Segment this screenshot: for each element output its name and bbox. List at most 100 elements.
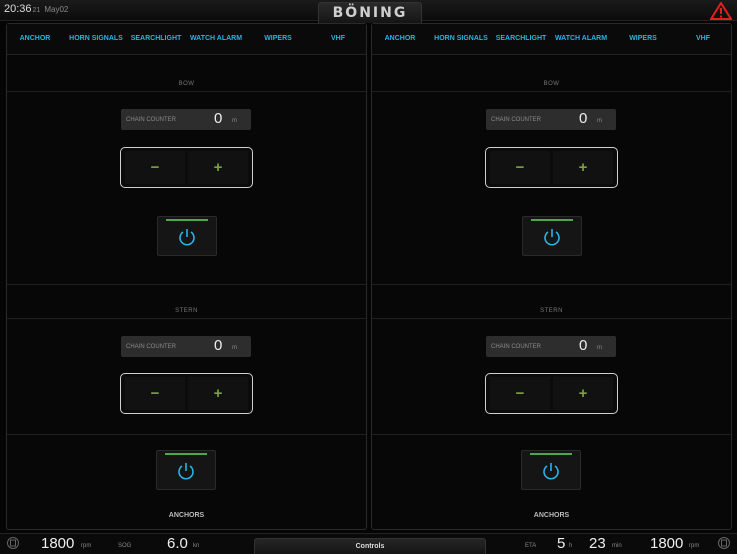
chain-counter-label: CHAIN COUNTER [491, 117, 542, 123]
clock-date: May02 [44, 5, 69, 14]
chain-counter-unit: m [597, 345, 602, 351]
tab-5[interactable]: VHF [313, 24, 363, 54]
tab-3[interactable]: WATCH ALARM [189, 24, 243, 54]
eta-label: ETA [525, 543, 537, 549]
power-indicator [166, 219, 208, 221]
divider [7, 318, 366, 319]
divider [7, 91, 366, 92]
power-indicator [531, 219, 573, 221]
power-icon [179, 229, 195, 246]
bow-chain-out-button[interactable]: − [490, 151, 550, 184]
stern-power-button[interactable] [156, 450, 216, 490]
clock-seconds: 21 [32, 7, 41, 14]
divider [372, 434, 731, 435]
tab-1[interactable]: HORN SIGNALS [434, 24, 488, 54]
stern-chain-counter: CHAIN COUNTER 0 m [121, 336, 251, 357]
tab-label: WIPERS [264, 35, 292, 42]
bow-chain-counter: CHAIN COUNTER 0 m [121, 109, 251, 130]
stern-chain-stepper: − + [120, 373, 253, 414]
clock-time: 20:36 [4, 3, 32, 15]
brand-logo: BÖNING [318, 2, 422, 23]
tab-label: HORN SIGNALS [69, 35, 123, 42]
sog-unit: kn [193, 543, 200, 549]
bow-chain-stepper: − + [485, 147, 618, 188]
stern-chain-stepper: − + [485, 373, 618, 414]
tab-label: VHF [331, 35, 345, 42]
stern-chain-in-button[interactable]: + [553, 377, 613, 410]
divider [372, 91, 731, 92]
engine-icon [718, 537, 730, 549]
tab-label: VHF [696, 35, 710, 42]
tab-2[interactable]: SEARCHLIGHT [492, 24, 550, 54]
chain-counter-value: 0 [579, 337, 588, 354]
chain-counter-label: CHAIN COUNTER [126, 117, 177, 123]
chain-counter-value: 0 [214, 337, 223, 354]
chain-counter-label: CHAIN COUNTER [491, 344, 542, 350]
stern-chain-out-button[interactable]: − [490, 377, 550, 410]
tab-1[interactable]: HORN SIGNALS [69, 24, 123, 54]
bow-chain-out-button[interactable]: − [125, 151, 185, 184]
bow-power-button[interactable] [522, 216, 582, 256]
right-rpm-value: 1800 [650, 535, 684, 552]
bow-chain-stepper: − + [120, 147, 253, 188]
bow-chain-in-button[interactable]: + [188, 151, 248, 184]
tab-label: SEARCHLIGHT [130, 35, 182, 42]
divider [7, 434, 366, 435]
eta-minutes-unit: min [612, 543, 622, 549]
engine-icon [7, 537, 19, 549]
tab-label: SEARCHLIGHT [495, 35, 547, 42]
power-indicator [530, 453, 572, 455]
power-icon [178, 463, 194, 480]
anchors-footer-label: ANCHORS [168, 512, 205, 519]
chain-counter-value: 0 [214, 110, 223, 127]
tab-label: HORN SIGNALS [434, 35, 488, 42]
divider [7, 284, 366, 285]
tab-0[interactable]: ANCHOR [372, 24, 428, 54]
left-rpm-unit: rpm [81, 543, 92, 549]
clock: 20:3621 May02 [4, 3, 68, 15]
tab-5[interactable]: VHF [678, 24, 728, 54]
tab-label: WIPERS [629, 35, 657, 42]
chain-counter-unit: m [597, 118, 602, 124]
tab-label: ANCHOR [384, 35, 416, 42]
bow-power-button[interactable] [157, 216, 217, 256]
power-icon [544, 229, 560, 246]
chain-counter-unit: m [232, 118, 237, 124]
sog-label: SOG [118, 543, 132, 549]
stern-label: STERN [175, 308, 198, 314]
stern-chain-out-button[interactable]: − [125, 377, 185, 410]
anchors-footer-label: ANCHORS [533, 512, 570, 519]
eta-hours: 5 [557, 535, 566, 552]
sog-value: 6.0 [167, 535, 188, 552]
stern-chain-in-button[interactable]: + [188, 377, 248, 410]
bow-chain-in-button[interactable]: + [553, 151, 613, 184]
bow-chain-counter: CHAIN COUNTER 0 m [486, 109, 616, 130]
tab-0[interactable]: ANCHOR [7, 24, 63, 54]
tab-label: WATCH ALARM [554, 35, 608, 42]
power-icon [543, 463, 559, 480]
controls-tab[interactable]: Controls [254, 538, 486, 554]
power-indicator [165, 453, 207, 455]
right-rpm-unit: rpm [689, 543, 700, 549]
divider [372, 318, 731, 319]
tab-4[interactable]: WIPERS [247, 24, 309, 54]
left-rpm-value: 1800 [41, 535, 75, 552]
bow-label: BOW [543, 81, 560, 87]
eta-hours-unit: h [569, 543, 573, 549]
left-panel: ANCHOR HORN SIGNALS SEARCHLIGHT WATCH ALARM… [6, 23, 367, 530]
eta-minutes: 23 [589, 535, 606, 552]
tab-label: WATCH ALARM [189, 35, 243, 42]
stern-power-button[interactable] [521, 450, 581, 490]
right-panel: ANCHOR HORN SIGNALS SEARCHLIGHT WATCH ALARM… [371, 23, 732, 530]
chain-counter-value: 0 [579, 110, 588, 127]
chain-counter-unit: m [232, 345, 237, 351]
function-tabs: ANCHOR HORN SIGNALS SEARCHLIGHT WATCH ALARM… [372, 24, 731, 55]
chain-counter-label: CHAIN COUNTER [126, 344, 177, 350]
tab-4[interactable]: WIPERS [612, 24, 674, 54]
function-tabs: ANCHOR HORN SIGNALS SEARCHLIGHT WATCH ALARM… [7, 24, 366, 55]
warning-triangle-icon[interactable] [710, 2, 732, 20]
tab-3[interactable]: WATCH ALARM [554, 24, 608, 54]
divider [372, 284, 731, 285]
stern-label: STERN [540, 308, 563, 314]
tab-2[interactable]: SEARCHLIGHT [127, 24, 185, 54]
